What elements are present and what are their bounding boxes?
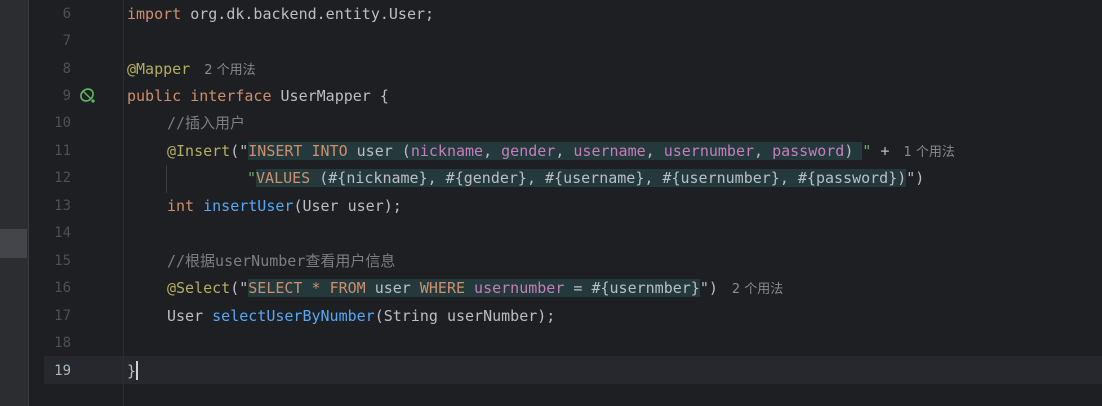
sql-text: , xyxy=(555,142,574,160)
line-number: 12 xyxy=(54,170,71,186)
usages-hint[interactable]: 1 个用法 xyxy=(904,145,955,160)
code-line[interactable]: public interface UserMapper { xyxy=(127,83,389,110)
method-name: selectUserByNumber xyxy=(212,307,375,325)
string-end: ") xyxy=(699,279,718,297)
sql-injection: SELECT * FROM user WHERE usernumber = #{… xyxy=(248,279,700,297)
tool-window-tab[interactable] xyxy=(0,229,27,258)
keyword: import xyxy=(127,5,182,23)
line-number: 7 xyxy=(62,33,71,49)
line-number-current: 19 xyxy=(54,363,71,379)
method-params: (String userNumber); xyxy=(374,307,556,325)
sql-text: , xyxy=(483,142,502,160)
keyword: interface xyxy=(190,87,272,105)
line-number: 16 xyxy=(54,280,71,296)
line-number: 18 xyxy=(54,335,71,351)
sql-column: username xyxy=(573,142,646,160)
sql-injection: VALUES (#{nickname}, #{gender}, #{userna… xyxy=(256,169,907,187)
sql-text: user ( xyxy=(347,142,411,160)
code-line[interactable]: User selectUserByNumber(String userNumbe… xyxy=(167,303,555,330)
comment: //根据userNumber查看用户信息 xyxy=(167,252,396,270)
current-line-highlight xyxy=(44,356,1102,384)
line-number: 15 xyxy=(54,253,71,269)
line-number: 10 xyxy=(54,115,71,131)
line-number: 8 xyxy=(62,61,71,77)
keyword: public xyxy=(127,87,182,105)
text-cursor xyxy=(136,361,139,380)
line-number: 11 xyxy=(54,143,71,159)
sql-keyword: VALUES xyxy=(256,169,311,187)
code-line[interactable]: @Select("SELECT * FROM user WHERE usernu… xyxy=(167,275,783,303)
line-number: 9 xyxy=(62,88,71,104)
sql-keyword: SELECT xyxy=(248,279,303,297)
line-number: 14 xyxy=(54,225,71,241)
sql-column: password xyxy=(772,142,845,160)
string-quote: " xyxy=(247,169,257,187)
paren: (" xyxy=(230,142,249,160)
sql-column: usernumber xyxy=(663,142,755,160)
bean-navigation-icon[interactable] xyxy=(79,87,95,103)
annotation: @Mapper xyxy=(127,60,191,78)
tool-window-strip xyxy=(0,0,29,406)
indent-guide xyxy=(166,165,167,193)
usages-hint[interactable]: 2 个用法 xyxy=(732,282,783,297)
paren: (" xyxy=(230,279,249,297)
sql-keyword: FROM xyxy=(329,279,366,297)
sql-injection: INSERT INTO user (nickname, gender, user… xyxy=(248,142,863,160)
usages-hint[interactable]: 2 个用法 xyxy=(204,63,255,78)
code-comment[interactable]: //插入用户 xyxy=(167,110,245,137)
string-end: ") xyxy=(906,169,925,187)
sql-star: * xyxy=(302,279,330,297)
line-number: 13 xyxy=(54,198,71,214)
sql-text: ) xyxy=(844,142,863,160)
annotation: @Select xyxy=(167,279,231,297)
code-comment[interactable]: //根据userNumber查看用户信息 xyxy=(167,248,395,275)
closing-brace: } xyxy=(127,362,137,380)
code-line[interactable]: @Mapper 2 个用法 xyxy=(127,56,256,84)
sql-column: gender xyxy=(501,142,556,160)
comment: //插入用户 xyxy=(167,114,246,132)
code-line[interactable]: @Insert("INSERT INTO user (nickname, gen… xyxy=(167,138,955,166)
code-line[interactable]: int insertUser(User user); xyxy=(167,193,402,220)
sql-keyword: WHERE xyxy=(419,279,466,297)
plus-operator: + xyxy=(871,142,890,160)
sql-text: , xyxy=(645,142,664,160)
method-name: insertUser xyxy=(203,197,294,215)
import-path: org.dk.backend.entity.User; xyxy=(181,5,435,23)
code-line[interactable]: "VALUES (#{nickname}, #{gender}, #{usern… xyxy=(247,165,924,192)
sql-text: = #{usernmber} xyxy=(564,279,700,297)
interface-name: UserMapper { xyxy=(271,87,389,105)
code-line[interactable]: import org.dk.backend.entity.User; xyxy=(127,1,434,28)
sql-column: nickname xyxy=(410,142,484,160)
sql-text: (#{nickname}, #{gender}, #{username}, #{… xyxy=(310,169,907,187)
sql-text: user xyxy=(365,279,420,297)
annotation: @Insert xyxy=(167,142,231,160)
sql-keyword: INSERT INTO xyxy=(248,142,348,160)
line-number: 6 xyxy=(62,6,71,22)
sql-text: , xyxy=(754,142,773,160)
code-line-current[interactable]: } xyxy=(127,358,139,385)
gutter-separator xyxy=(123,0,124,406)
line-number: 17 xyxy=(54,308,71,324)
method-params: (User user); xyxy=(293,197,402,215)
sql-column: usernumber xyxy=(465,279,565,297)
keyword: int xyxy=(167,197,195,215)
return-type: User xyxy=(167,307,213,325)
